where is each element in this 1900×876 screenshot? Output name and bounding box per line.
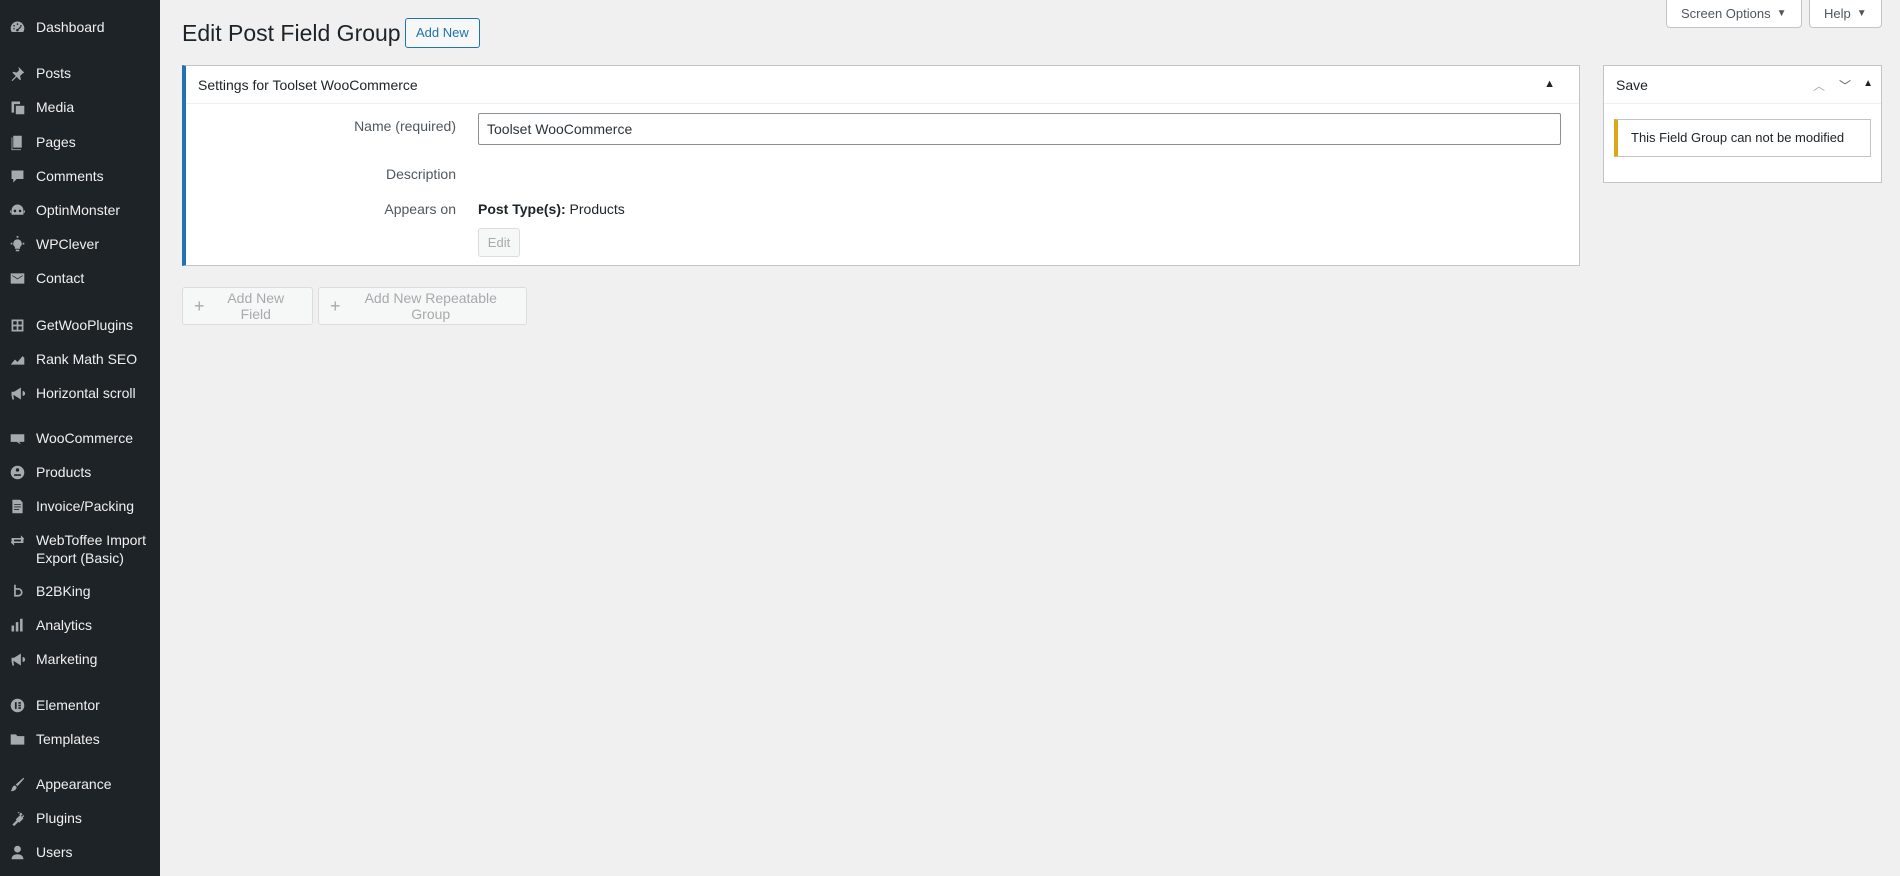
add-repeatable-group-button[interactable]: + Add New Repeatable Group	[318, 287, 527, 325]
move-down-icon[interactable]: ﹀	[1839, 77, 1851, 94]
edit-button[interactable]: Edit	[478, 228, 520, 257]
lightbulb-icon	[7, 235, 27, 253]
admin-sidebar: Dashboard Posts Media Pages Comments Opt…	[0, 0, 160, 876]
sidebar-item-products[interactable]: Products	[0, 463, 160, 481]
sidebar-item-dashboard[interactable]: Dashboard	[0, 18, 160, 36]
move-up-icon[interactable]: ︿	[1813, 77, 1825, 94]
megaphone-icon	[7, 384, 27, 402]
sidebar-item-media[interactable]: Media	[0, 98, 160, 116]
save-postbox-header[interactable]: Save ︿ ﹀ ▲	[1604, 66, 1881, 104]
pin-icon	[7, 64, 27, 82]
settings-title: Settings for Toolset WooCommerce	[198, 76, 418, 93]
woo-icon	[7, 429, 27, 447]
sidebar-item-invoice-packing[interactable]: Invoice/Packing	[0, 497, 160, 515]
dashboard-icon	[7, 18, 27, 36]
name-field[interactable]	[478, 113, 1561, 145]
add-repeatable-group-label: Add New Repeatable Group	[364, 290, 497, 322]
sidebar-item-elementor[interactable]: Elementor	[0, 696, 160, 714]
arrows-icon	[7, 531, 27, 549]
sidebar-item-analytics[interactable]: Analytics	[0, 616, 160, 634]
sidebar-item-templates[interactable]: Templates	[0, 730, 160, 748]
page-title: Edit Post Field Group	[182, 20, 401, 46]
sidebar-item-pages[interactable]: Pages	[0, 133, 160, 151]
sidebar-item-plugins[interactable]: Plugins	[0, 809, 160, 827]
plus-icon: +	[330, 296, 341, 316]
appears-on-value: Post Type(s): Products	[478, 201, 625, 217]
save-postbox: Save ︿ ﹀ ▲ This Field Group can not be m…	[1603, 65, 1882, 183]
sidebar-item-users[interactable]: Users	[0, 843, 160, 861]
elementor-icon	[7, 696, 27, 714]
settings-postbox: Settings for Toolset WooCommerce ▲ Name …	[182, 65, 1580, 266]
plugin-icon	[7, 809, 27, 827]
comment-icon	[7, 167, 27, 185]
screen-options-tab[interactable]: Screen Options ▼	[1666, 0, 1802, 28]
save-title: Save	[1616, 76, 1648, 93]
archive-icon	[7, 463, 27, 481]
bar-chart-icon	[7, 616, 27, 634]
help-label: Help	[1824, 5, 1851, 21]
add-new-field-button[interactable]: + Add New Field	[182, 287, 313, 325]
help-tab[interactable]: Help ▼	[1809, 0, 1882, 28]
sidebar-item-wpclever[interactable]: WPClever	[0, 235, 160, 253]
caret-down-icon: ▼	[1856, 7, 1867, 19]
sidebar-item-horizontal-scroll[interactable]: Horizontal scroll	[0, 384, 160, 402]
post-types-label: Post Type(s):	[478, 201, 566, 217]
sidebar-item-contact[interactable]: Contact	[0, 269, 160, 287]
mail-icon	[7, 269, 27, 287]
media-icon	[7, 98, 27, 116]
sidebar-item-optinmonster[interactable]: OptinMonster	[0, 201, 160, 219]
document-icon	[7, 497, 27, 515]
sidebar-item-b2bking[interactable]: B2BKing	[0, 582, 160, 600]
sidebar-item-woocommerce[interactable]: WooCommerce	[0, 429, 160, 447]
save-notice: This Field Group can not be modified	[1614, 119, 1871, 157]
folder-icon	[7, 730, 27, 748]
grid-icon	[7, 316, 27, 334]
name-label: Name (required)	[354, 118, 456, 134]
collapse-toggle-icon[interactable]: ▲	[1863, 78, 1873, 89]
optinmonster-icon	[7, 201, 27, 219]
caret-down-icon: ▼	[1776, 7, 1787, 19]
sidebar-item-posts[interactable]: Posts	[0, 64, 160, 82]
collapse-toggle-icon[interactable]: ▲	[1544, 78, 1555, 90]
post-types-value: Products	[569, 201, 625, 217]
sidebar-item-comments[interactable]: Comments	[0, 167, 160, 185]
pages-icon	[7, 133, 27, 151]
add-new-button[interactable]: Add New	[405, 18, 480, 48]
sidebar-item-rank-math-seo[interactable]: Rank Math SEO	[0, 350, 160, 368]
chart-icon	[7, 350, 27, 368]
sidebar-item-webtoffee[interactable]: WebToffee Import Export (Basic)	[0, 531, 160, 567]
settings-postbox-header[interactable]: Settings for Toolset WooCommerce ▲	[186, 66, 1579, 104]
description-label: Description	[385, 166, 456, 182]
appears-on-label: Appears on	[384, 201, 456, 217]
screen-options-label: Screen Options	[1681, 5, 1771, 21]
user-icon	[7, 843, 27, 861]
b2bking-icon	[7, 582, 27, 600]
plus-icon: +	[194, 296, 205, 316]
sidebar-item-marketing[interactable]: Marketing	[0, 650, 160, 668]
sidebar-item-getwooplugins[interactable]: GetWooPlugins	[0, 316, 160, 334]
add-new-field-label: Add New Field	[227, 290, 285, 322]
brush-icon	[7, 775, 27, 793]
sidebar-item-appearance[interactable]: Appearance	[0, 775, 160, 793]
megaphone-icon	[7, 650, 27, 668]
